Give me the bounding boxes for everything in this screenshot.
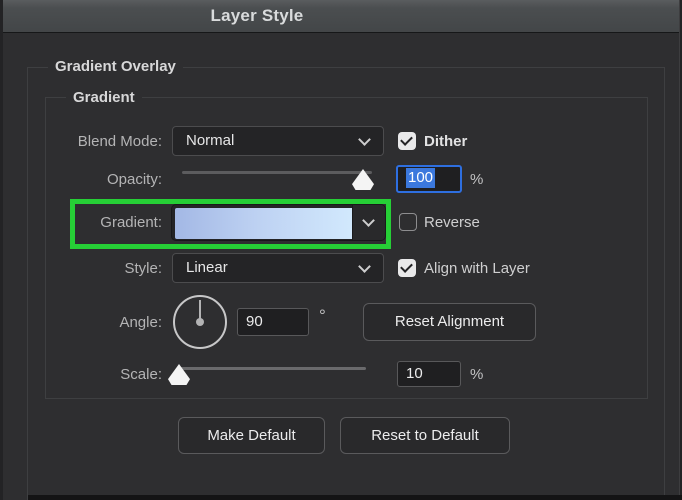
window-bottom-edge xyxy=(28,495,682,500)
window-left-edge xyxy=(0,0,3,500)
reset-alignment-button[interactable]: Reset Alignment xyxy=(363,303,536,341)
angle-dial-center-dot xyxy=(196,318,204,326)
angle-value: 90 xyxy=(246,313,263,330)
titlebar: Layer Style xyxy=(0,0,682,33)
opacity-input[interactable]: 100 xyxy=(396,165,462,193)
angle-dial[interactable] xyxy=(173,295,227,349)
align-with-layer-checkbox[interactable] xyxy=(398,259,416,277)
opacity-label: Opacity: xyxy=(106,171,162,188)
gradient-swatch[interactable] xyxy=(175,208,354,239)
scale-unit: % xyxy=(470,366,484,383)
scale-label: Scale: xyxy=(120,366,162,383)
chevron-down-icon xyxy=(358,260,371,273)
reverse-checkbox[interactable] xyxy=(399,213,417,231)
align-with-layer-label: Align with Layer xyxy=(424,260,530,277)
style-value: Linear xyxy=(186,259,228,276)
gradient-picker-chevron-zone[interactable] xyxy=(352,205,385,240)
window-title: Layer Style xyxy=(210,6,304,25)
blend-mode-dropdown[interactable]: Normal xyxy=(172,126,384,156)
chevron-down-icon xyxy=(362,214,375,227)
layer-style-dialog: Layer Style Gradient Overlay Gradient Bl… xyxy=(0,0,682,500)
gradient-picker-dropdown[interactable] xyxy=(171,204,386,241)
reset-to-default-button[interactable]: Reset to Default xyxy=(340,417,510,454)
opacity-value: 100 xyxy=(406,168,436,188)
reverse-label: Reverse xyxy=(424,214,480,231)
make-default-button[interactable]: Make Default xyxy=(178,417,325,454)
chevron-down-icon xyxy=(358,133,371,146)
angle-label: Angle: xyxy=(119,314,162,331)
scale-input[interactable]: 10 xyxy=(397,361,461,387)
opacity-slider-track[interactable] xyxy=(182,171,372,174)
style-label: Style: xyxy=(124,260,162,277)
gradient-heading: Gradient xyxy=(66,89,142,106)
dither-checkbox[interactable] xyxy=(398,132,416,150)
dither-label: Dither xyxy=(424,133,468,150)
angle-input[interactable]: 90 xyxy=(237,308,309,336)
blend-mode-label: Blend Mode: xyxy=(77,133,162,150)
opacity-unit: % xyxy=(470,171,484,188)
gradient-label: Gradient: xyxy=(100,214,162,231)
scale-slider-track[interactable] xyxy=(180,367,366,370)
scale-value: 10 xyxy=(406,365,423,382)
style-dropdown[interactable]: Linear xyxy=(172,253,384,283)
angle-unit: ° xyxy=(319,306,326,325)
blend-mode-value: Normal xyxy=(186,132,235,149)
gradient-overlay-heading: Gradient Overlay xyxy=(48,58,183,75)
